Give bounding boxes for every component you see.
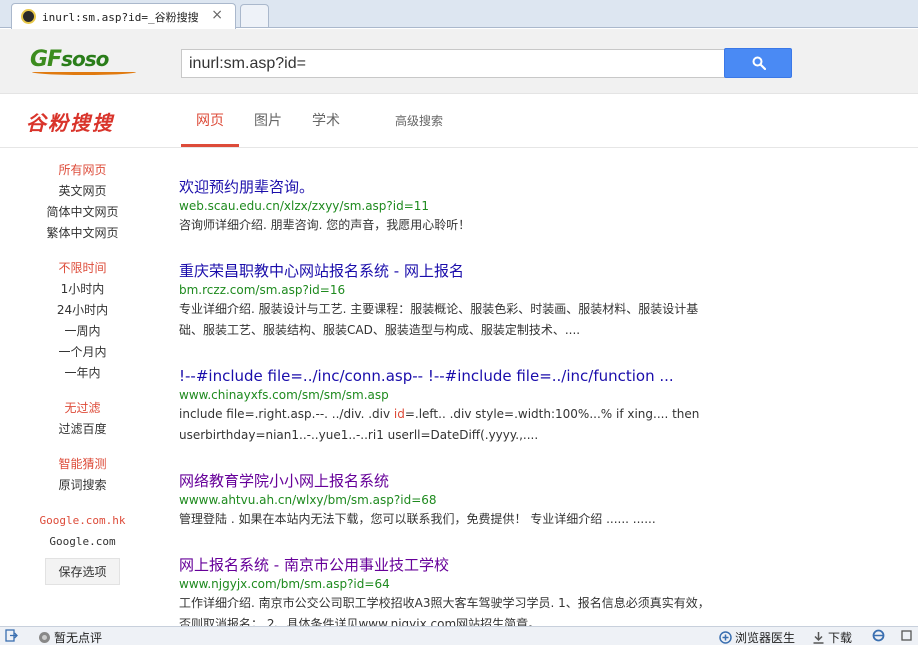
tab-scholar[interactable]: 学术 <box>312 110 340 130</box>
filter-baidu[interactable]: 过滤百度 <box>0 419 165 440</box>
active-tab-indicator <box>181 144 239 147</box>
engine-link-group: Google.com.hk Google.com 保存选项 <box>0 510 165 585</box>
filter-any-time[interactable]: 不限时间 <box>0 258 165 279</box>
download-label: 下载 <box>828 631 853 645</box>
review-label: 暂无点评 <box>54 631 103 645</box>
filter-smart-guess[interactable]: 智能猜测 <box>0 454 165 475</box>
filter-past-month[interactable]: 一个月内 <box>0 342 165 363</box>
search-button[interactable] <box>724 48 792 78</box>
search-input[interactable] <box>181 49 726 78</box>
review-status[interactable]: 暂无点评 <box>38 629 102 645</box>
result-snippet: 咨询师详细介绍. 朋辈咨询. 您的声音，我愿用心聆听！ <box>179 218 471 232</box>
filter-english-pages[interactable]: 英文网页 <box>0 181 165 202</box>
advanced-search-link[interactable]: 高级搜索 <box>395 112 443 129</box>
google-hk-link[interactable]: Google.com.hk <box>0 510 165 531</box>
result-item: 欢迎预约朋辈咨询。 web.scau.edu.cn/xlzx/zxyy/sm.a… <box>179 176 739 236</box>
result-title-link[interactable]: 重庆荣昌职教中心网站报名系统 - 网上报名 <box>179 260 739 282</box>
settings-icon[interactable] <box>900 629 916 643</box>
language-filter-group: 所有网页 英文网页 简体中文网页 繁体中文网页 <box>0 160 165 244</box>
logo-text-gf: GF <box>30 47 62 72</box>
doctor-label: 浏览器医生 <box>735 631 796 645</box>
result-item: 网上报名系统 - 南京市公用事业技工学校 www.njgyjx.com/bm/s… <box>179 554 739 635</box>
download-button[interactable]: 下载 <box>812 629 852 645</box>
browser-tab-strip: inurl:sm.asp?id=_谷粉搜搜 × <box>0 0 918 29</box>
tab-title: inurl:sm.asp?id=_谷粉搜搜 <box>42 11 199 24</box>
result-snippet: include file=.right.asp.--. ../div. .div… <box>179 404 719 446</box>
logo-text-soso: soso <box>61 47 109 71</box>
filter-past-hour[interactable]: 1小时内 <box>0 279 165 300</box>
filter-past-24h[interactable]: 24小时内 <box>0 300 165 321</box>
result-item: !--#include file=../inc/conn.asp-- !--#i… <box>179 365 739 446</box>
browser-tab[interactable]: inurl:sm.asp?id=_谷粉搜搜 × <box>11 3 236 29</box>
snippet-text: include file=.right.asp.--. ../div. .div <box>179 407 394 421</box>
content-filter-group: 无过滤 过滤百度 <box>0 398 165 440</box>
result-title-link[interactable]: !--#include file=../inc/conn.asp-- !--#i… <box>179 365 739 387</box>
search-icon <box>752 56 766 70</box>
result-snippet: 专业详细介绍. 服装设计与工艺. 主要课程：服装概论、服装色彩、时装画、服装材料… <box>179 302 699 337</box>
result-url: bm.rczz.com/sm.asp?id=16 <box>179 283 346 297</box>
search-nav: 谷粉搜搜 网页 图片 学术 高级搜索 <box>0 95 918 148</box>
search-header: GFsoso <box>0 29 918 94</box>
result-item: 重庆荣昌职教中心网站报名系统 - 网上报名 bm.rczz.com/sm.asp… <box>179 260 739 341</box>
review-icon <box>39 632 50 643</box>
result-url: www.chinayxfs.com/sm/sm/sm.asp <box>179 388 389 402</box>
result-title-link[interactable]: 网上报名系统 - 南京市公用事业技工学校 <box>179 554 739 576</box>
tab-close-icon[interactable]: × <box>211 7 223 23</box>
download-icon <box>813 632 824 644</box>
time-filter-group: 不限时间 1小时内 24小时内 一周内 一个月内 一年内 <box>0 258 165 384</box>
exit-icon[interactable] <box>5 629 21 643</box>
result-item: 网络教育学院小小网上报名系统 wwww.ahtvu.ah.cn/wlxy/bm/… <box>179 470 739 530</box>
filter-past-year[interactable]: 一年内 <box>0 363 165 384</box>
tab-images[interactable]: 图片 <box>254 110 282 130</box>
logo-swoosh-icon <box>32 69 136 75</box>
site-favicon-icon <box>21 9 36 24</box>
new-tab-button[interactable] <box>240 4 269 27</box>
result-title-link[interactable]: 欢迎预约朋辈咨询。 <box>179 176 739 198</box>
result-title-link[interactable]: 网络教育学院小小网上报名系统 <box>179 470 739 492</box>
filter-no-filter[interactable]: 无过滤 <box>0 398 165 419</box>
guess-filter-group: 智能猜测 原词搜索 <box>0 454 165 496</box>
sidebar-filters: 所有网页 英文网页 简体中文网页 繁体中文网页 不限时间 1小时内 24小时内 … <box>0 160 165 599</box>
result-url: web.scau.edu.cn/xlzx/zxyy/sm.asp?id=11 <box>179 199 430 213</box>
search-results: 欢迎预约朋辈咨询。 web.scau.edu.cn/xlzx/zxyy/sm.a… <box>179 176 739 645</box>
result-url: wwww.ahtvu.ah.cn/wlxy/bm/sm.asp?id=68 <box>179 493 437 507</box>
ie-mode-icon[interactable] <box>872 629 888 643</box>
browser-doctor-button[interactable]: 浏览器医生 <box>719 629 795 645</box>
google-com-link[interactable]: Google.com <box>0 531 165 552</box>
result-url: www.njgyjx.com/bm/sm.asp?id=64 <box>179 577 390 591</box>
brand-title[interactable]: 谷粉搜搜 <box>26 107 114 136</box>
filter-exact-terms[interactable]: 原词搜索 <box>0 475 165 496</box>
tab-web[interactable]: 网页 <box>196 110 224 130</box>
filter-simplified-pages[interactable]: 简体中文网页 <box>0 202 165 223</box>
save-options-button[interactable]: 保存选项 <box>45 558 120 585</box>
doctor-icon <box>719 631 732 644</box>
filter-past-week[interactable]: 一周内 <box>0 321 165 342</box>
site-logo[interactable]: GFsoso <box>30 47 140 77</box>
browser-status-bar: 暂无点评 浏览器医生 下载 <box>0 626 918 645</box>
filter-all-pages[interactable]: 所有网页 <box>0 160 165 181</box>
snippet-highlight: id <box>393 407 405 421</box>
result-snippet: 管理登陆 . 如果在本站内无法下载，您可以联系我们，免费提供！ 专业详细介绍 .… <box>179 512 656 526</box>
filter-traditional-pages[interactable]: 繁体中文网页 <box>0 223 165 244</box>
